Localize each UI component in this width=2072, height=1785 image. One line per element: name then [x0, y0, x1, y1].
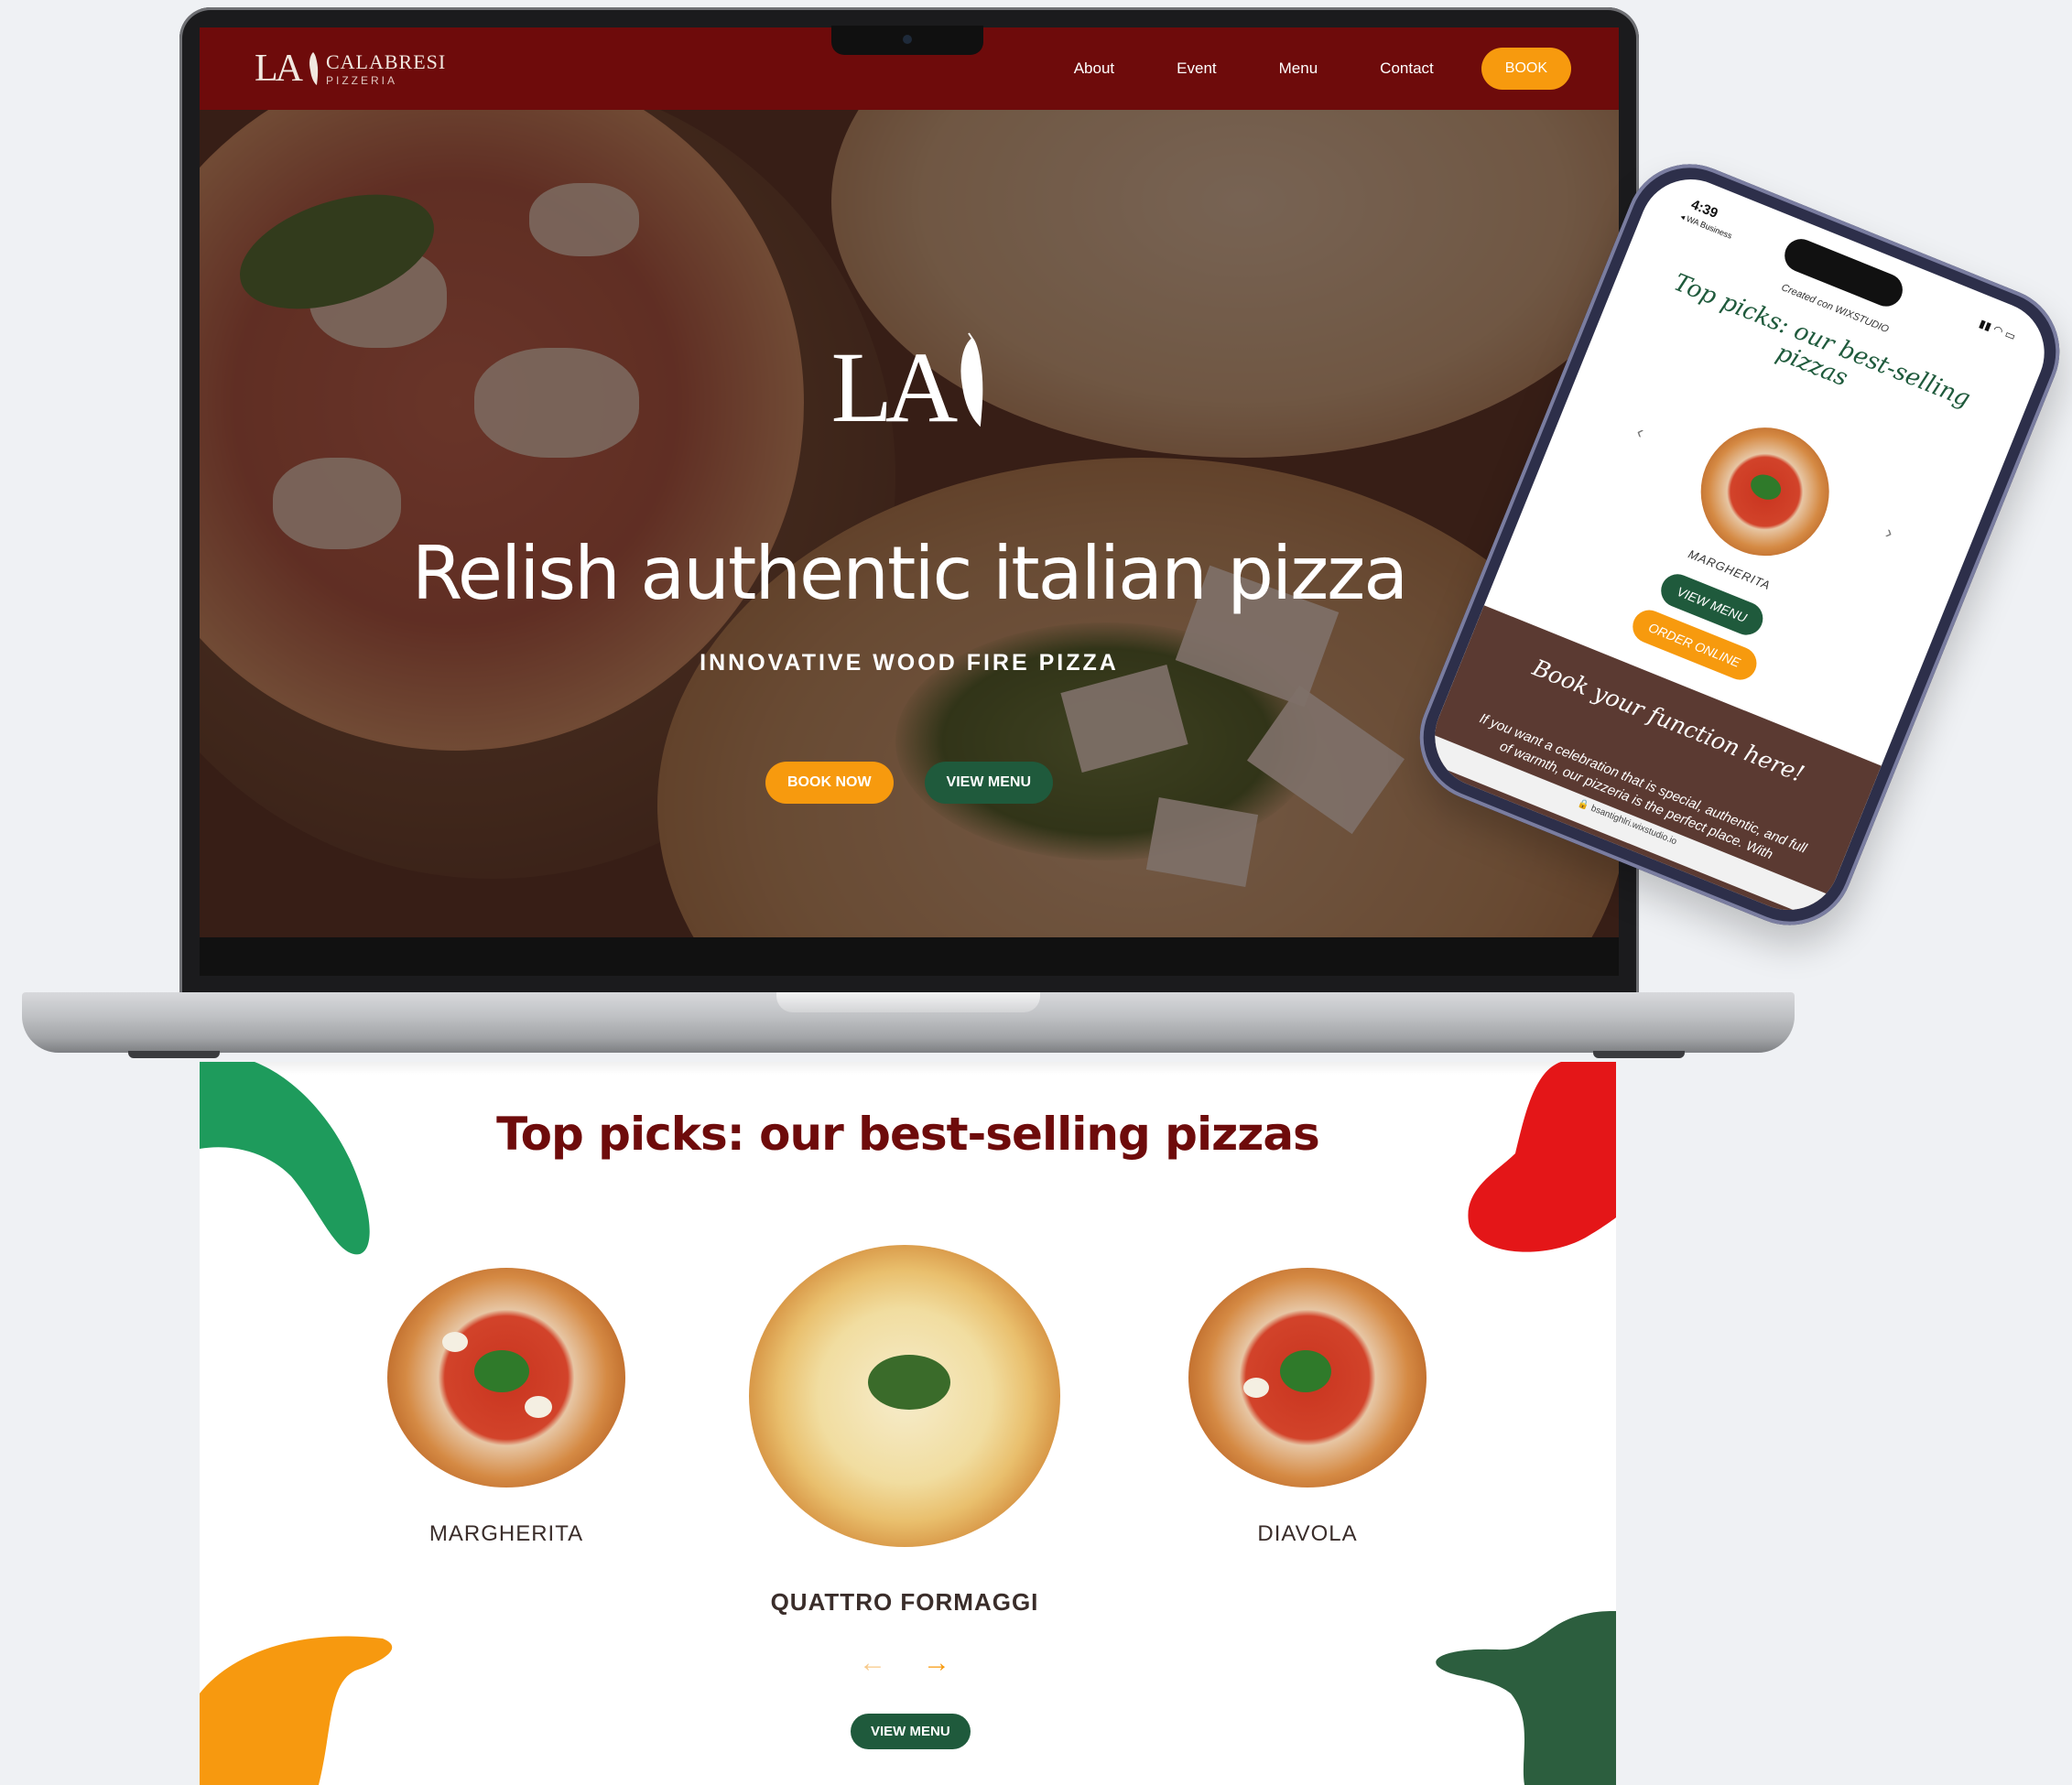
- arrow-right-icon[interactable]: →: [923, 1648, 950, 1679]
- nav-contact[interactable]: Contact: [1380, 60, 1434, 78]
- laptop-foot: [128, 1051, 220, 1058]
- hero-logo-mark: LA: [830, 331, 959, 443]
- hero-subtitle: INNOVATIVE WOOD FIRE PIZZA: [700, 650, 1119, 676]
- laptop-foot: [1593, 1051, 1685, 1058]
- camera-icon: [903, 35, 912, 44]
- chili-icon: [309, 52, 319, 85]
- hero-title: Relish authentic italian pizza: [411, 531, 1408, 616]
- nav-event[interactable]: Event: [1177, 60, 1216, 78]
- chevron-left-icon[interactable]: ‹: [1633, 422, 1646, 444]
- view-menu-button[interactable]: VIEW MENU: [851, 1714, 971, 1749]
- logo-mark: LA: [255, 48, 303, 90]
- book-now-button[interactable]: BOOK NOW: [765, 762, 894, 804]
- orange-blob-decoration: [200, 1636, 393, 1785]
- main-nav: About Event Menu Contact BOOK: [1012, 48, 1571, 90]
- chili-icon: [960, 332, 983, 427]
- pizza-name-quattro-formaggi: QUATTRO FORMAGGI: [770, 1588, 1039, 1616]
- phone-pizza-image[interactable]: [1681, 408, 1849, 576]
- signal-wifi-battery-icon: ▮▮ ◠ ▭: [1977, 317, 2018, 343]
- laptop-base-notch: [776, 992, 1040, 1012]
- dark-green-blob-decoration: [1436, 1611, 1616, 1785]
- section-title: Top picks: our best-selling pizzas: [496, 1108, 1320, 1161]
- diavola-image[interactable]: [1188, 1268, 1427, 1488]
- book-button[interactable]: BOOK: [1481, 48, 1571, 90]
- logo-name: CALABRESI: [326, 49, 447, 73]
- nav-menu[interactable]: Menu: [1279, 60, 1318, 78]
- margherita-image[interactable]: [387, 1268, 625, 1488]
- arrow-left-icon[interactable]: ←: [859, 1648, 886, 1679]
- laptop-bezel: [200, 937, 1619, 976]
- logo-subtitle: PIZZERIA: [326, 73, 398, 87]
- hero-section: LA Relish authentic italian pizza INNOVA…: [200, 110, 1619, 937]
- best-sellers-section: Top picks: our best-selling pizzas MARGH…: [200, 1062, 1616, 1785]
- green-blob-decoration: [200, 1062, 370, 1255]
- nav-about[interactable]: About: [1074, 60, 1114, 78]
- pizza-name-diavola: DIAVOLA: [1257, 1521, 1358, 1546]
- pizza-name-margherita: MARGHERITA: [429, 1521, 584, 1546]
- laptop-screen: LA CALABRESI PIZZERIA About Event Menu C…: [200, 27, 1619, 937]
- hero-logo: LA: [200, 330, 1619, 446]
- chevron-right-icon[interactable]: ›: [1882, 523, 1895, 545]
- laptop-notch: [831, 26, 983, 55]
- quattro-formaggi-image[interactable]: [749, 1245, 1060, 1547]
- view-menu-button[interactable]: VIEW MENU: [924, 762, 1053, 804]
- red-blob-decoration: [1468, 1062, 1616, 1252]
- site-logo[interactable]: LA CALABRESI PIZZERIA: [255, 47, 446, 91]
